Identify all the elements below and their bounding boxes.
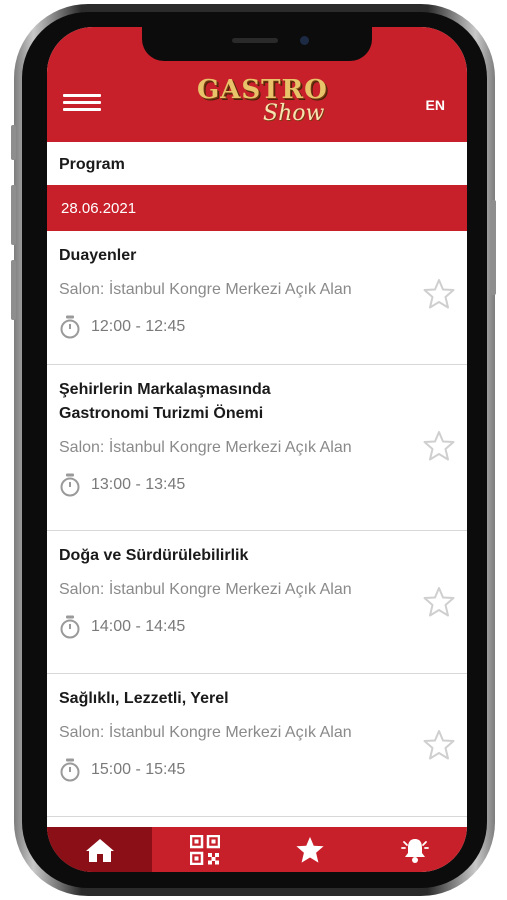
session-item[interactable]: Doğa ve Sürdürülebilirlik Salon: İstanbu…: [47, 531, 467, 674]
tab-favorites[interactable]: [257, 827, 362, 872]
favorite-star-icon[interactable]: [423, 586, 455, 617]
session-time: 13:00 - 13:45: [91, 476, 186, 493]
session-salon: Salon: İstanbul Kongre Merkezi Açık Alan: [59, 439, 352, 456]
session-salon: Salon: İstanbul Kongre Merkezi Açık Alan: [59, 281, 352, 298]
session-title: Sağlıklı, Lezzetli, Yerel: [59, 690, 229, 707]
favorite-star-icon[interactable]: [423, 430, 455, 461]
stopwatch-icon: [60, 473, 80, 497]
session-item[interactable]: Şehirlerin Markalaşmasında Gastronomi Tu…: [47, 365, 467, 531]
logo-text-show: Show: [263, 101, 325, 126]
favorite-star-icon[interactable]: [423, 278, 455, 309]
stopwatch-icon: [60, 758, 80, 782]
session-title: Şehirlerin Markalaşmasında Gastronomi Tu…: [59, 381, 271, 422]
bell-icon: [400, 838, 429, 863]
stopwatch-icon: [60, 615, 80, 639]
session-list: Duayenler Salon: İstanbul Kongre Merkezi…: [47, 231, 467, 817]
star-icon: [295, 836, 324, 863]
home-icon: [85, 838, 114, 862]
stopwatch-icon: [60, 315, 80, 339]
favorite-star-icon[interactable]: [423, 729, 455, 760]
session-time: 12:00 - 12:45: [91, 318, 186, 335]
page-title: Program: [47, 142, 467, 185]
qr-code-icon: [189, 834, 220, 865]
session-title: Duayenler: [59, 247, 137, 264]
notch: [142, 27, 372, 61]
hamburger-menu-icon[interactable]: [63, 94, 101, 112]
tab-qr-code[interactable]: [152, 827, 257, 872]
session-item[interactable]: Duayenler Salon: İstanbul Kongre Merkezi…: [47, 231, 467, 365]
session-time: 15:00 - 15:45: [91, 761, 186, 778]
session-title: Doğa ve Sürdürülebilirlik: [59, 547, 249, 564]
bottom-tab-bar: [47, 827, 467, 872]
session-salon: Salon: İstanbul Kongre Merkezi Açık Alan: [59, 724, 352, 741]
date-header[interactable]: 28.06.2021: [47, 185, 467, 231]
app-screen: GASTRO Show EN Program 28.06.2021 Duayen…: [47, 27, 467, 872]
power-button: [491, 200, 496, 295]
tab-notifications[interactable]: [362, 827, 467, 872]
gastro-show-logo: GASTRO Show: [197, 71, 347, 133]
tab-home[interactable]: [47, 827, 152, 872]
volume-up-button: [11, 125, 16, 160]
session-time: 14:00 - 14:45: [91, 618, 186, 635]
mute-switch: [11, 260, 16, 320]
earpiece-speaker: [232, 38, 278, 43]
session-item[interactable]: Sağlıklı, Lezzetli, Yerel Salon: İstanbu…: [47, 674, 467, 817]
volume-down-button: [11, 185, 16, 245]
session-salon: Salon: İstanbul Kongre Merkezi Açık Alan: [59, 581, 352, 598]
language-switch[interactable]: EN: [426, 97, 445, 113]
front-camera: [300, 36, 309, 45]
